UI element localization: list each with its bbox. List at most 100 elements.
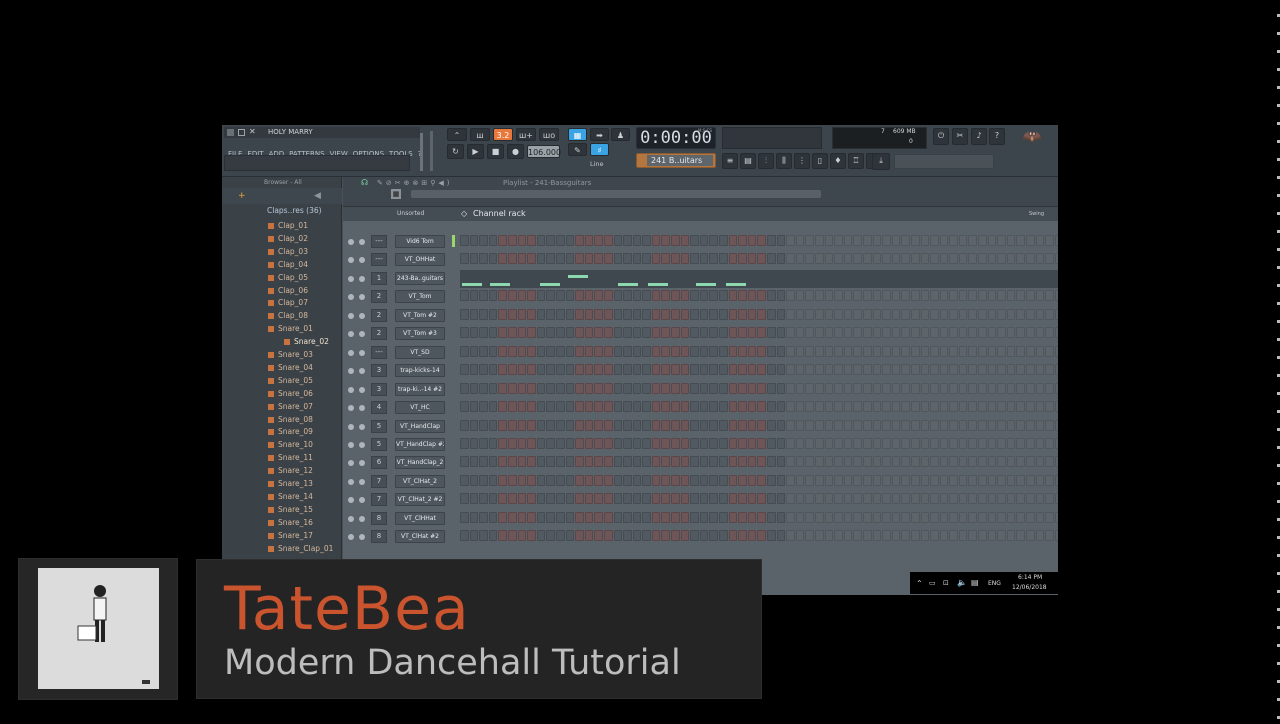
step-button[interactable] xyxy=(1016,290,1026,302)
step-button[interactable] xyxy=(987,437,997,449)
step-button[interactable] xyxy=(709,290,719,302)
step-button[interactable] xyxy=(584,530,594,542)
browser-item[interactable]: Snare_04 xyxy=(268,362,313,374)
maximize-icon[interactable] xyxy=(238,129,245,136)
countdown-icon[interactable]: шо xyxy=(539,128,559,141)
step-button[interactable] xyxy=(555,530,565,542)
step-button[interactable] xyxy=(680,474,690,486)
step-button[interactable] xyxy=(469,456,479,468)
playlist-headphone-icon[interactable]: ☊ xyxy=(361,178,368,187)
step-button[interactable] xyxy=(968,253,978,265)
step-button[interactable] xyxy=(901,474,910,486)
step-button[interactable] xyxy=(728,308,738,320)
step-button[interactable] xyxy=(1006,401,1016,413)
step-button[interactable] xyxy=(882,511,891,523)
step-button[interactable] xyxy=(680,530,690,542)
step-button[interactable] xyxy=(891,308,901,320)
step-button[interactable] xyxy=(719,235,728,246)
step-button[interactable] xyxy=(853,290,862,302)
step-button[interactable] xyxy=(795,235,805,246)
channel-row[interactable]: 5 VT_HandClap #2 xyxy=(343,436,1058,454)
step-button[interactable] xyxy=(843,308,853,320)
step-button[interactable] xyxy=(517,364,527,376)
step-button[interactable] xyxy=(565,437,575,449)
step-button[interactable] xyxy=(661,474,671,486)
step-button[interactable] xyxy=(460,530,469,542)
step-button[interactable] xyxy=(575,364,584,376)
step-button[interactable] xyxy=(498,235,507,246)
step-button[interactable] xyxy=(699,474,709,486)
step-button[interactable] xyxy=(920,511,930,523)
step-button[interactable] xyxy=(498,290,507,302)
step-button[interactable] xyxy=(603,382,613,394)
step-button[interactable] xyxy=(805,308,814,320)
step-button[interactable] xyxy=(594,364,603,376)
step-button[interactable] xyxy=(824,419,834,431)
step-button[interactable] xyxy=(642,530,651,542)
step-button[interactable] xyxy=(882,382,891,394)
step-button[interactable] xyxy=(1026,253,1035,265)
step-button[interactable] xyxy=(978,253,987,265)
step-button[interactable] xyxy=(747,308,757,320)
step-button[interactable] xyxy=(728,493,738,505)
step-button[interactable] xyxy=(555,456,565,468)
step-button[interactable] xyxy=(709,456,719,468)
step-button[interactable] xyxy=(671,364,680,376)
step-button[interactable] xyxy=(536,235,546,246)
step-button[interactable] xyxy=(901,364,910,376)
step-button[interactable] xyxy=(1016,456,1026,468)
step-button[interactable] xyxy=(507,511,517,523)
step-button[interactable] xyxy=(997,364,1006,376)
step-button[interactable] xyxy=(460,493,469,505)
step-button[interactable] xyxy=(690,493,699,505)
step-button[interactable] xyxy=(853,474,862,486)
step-button[interactable] xyxy=(1026,401,1035,413)
step-button[interactable] xyxy=(1035,364,1045,376)
step-button[interactable] xyxy=(930,308,939,320)
browser-item[interactable]: Snare_01 xyxy=(268,323,313,335)
browser-item[interactable]: Snare_16 xyxy=(268,517,313,529)
step-button[interactable] xyxy=(680,364,690,376)
step-button[interactable] xyxy=(795,327,805,339)
step-button[interactable] xyxy=(882,474,891,486)
step-button[interactable] xyxy=(949,290,958,302)
step-button[interactable] xyxy=(603,364,613,376)
step-button[interactable] xyxy=(536,345,546,357)
step-button[interactable] xyxy=(536,511,546,523)
step-button[interactable] xyxy=(786,474,795,486)
step-button[interactable] xyxy=(958,345,968,357)
step-button[interactable] xyxy=(690,401,699,413)
pencil-icon[interactable]: ✎ xyxy=(568,143,587,156)
step-button[interactable] xyxy=(1045,308,1054,320)
step-button[interactable] xyxy=(949,308,958,320)
step-button[interactable] xyxy=(623,327,632,339)
step-button[interactable] xyxy=(795,253,805,265)
step-button[interactable] xyxy=(757,474,766,486)
step-button[interactable] xyxy=(997,419,1006,431)
step-button[interactable] xyxy=(623,364,632,376)
step-button[interactable] xyxy=(939,437,949,449)
step-button[interactable] xyxy=(527,530,536,542)
step-button[interactable] xyxy=(910,364,920,376)
step-button[interactable] xyxy=(623,437,632,449)
step-button[interactable] xyxy=(699,290,709,302)
step-button[interactable] xyxy=(738,511,747,523)
step-button[interactable] xyxy=(1016,345,1026,357)
step-button[interactable] xyxy=(747,327,757,339)
step-button[interactable] xyxy=(1016,530,1026,542)
step-button[interactable] xyxy=(757,327,766,339)
step-button[interactable] xyxy=(1035,419,1045,431)
step-button[interactable] xyxy=(795,419,805,431)
step-button[interactable] xyxy=(728,382,738,394)
step-button[interactable] xyxy=(958,327,968,339)
step-button[interactable] xyxy=(719,511,728,523)
step-button[interactable] xyxy=(1016,401,1026,413)
step-button[interactable] xyxy=(565,530,575,542)
step-button[interactable] xyxy=(843,493,853,505)
step-button[interactable] xyxy=(709,235,719,246)
channel-solo-led[interactable] xyxy=(359,441,365,448)
playlist-pattern-icon[interactable]: ▦ xyxy=(391,189,401,199)
step-button[interactable] xyxy=(978,345,987,357)
step-button[interactable] xyxy=(786,456,795,468)
step-button[interactable] xyxy=(642,290,651,302)
